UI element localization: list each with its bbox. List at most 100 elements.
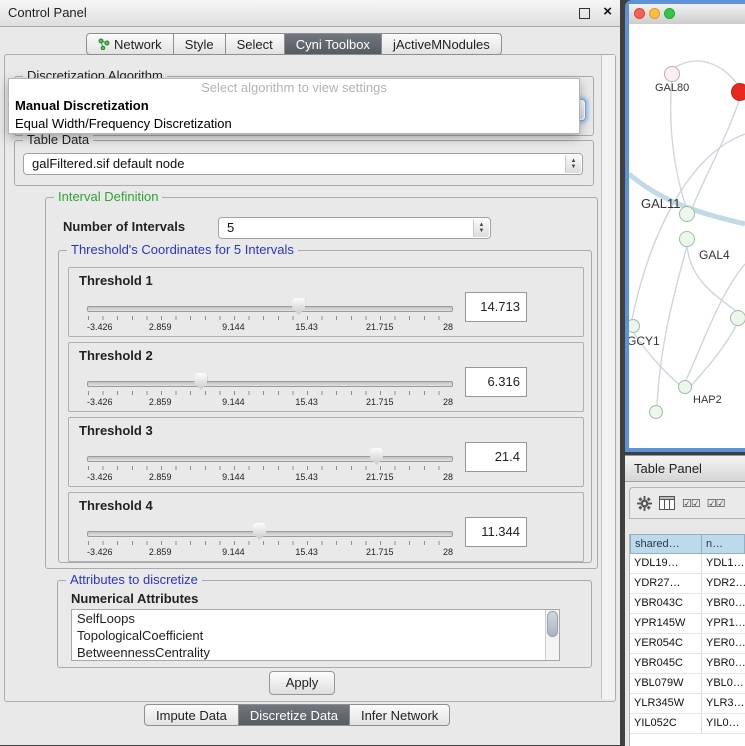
scale-tick-label: -3.426 bbox=[87, 547, 113, 557]
combo-stepper-icon[interactable]: ▲ ▼ bbox=[473, 219, 489, 237]
network-view-window: GAL80GAL11GAL4GCY1HAP2 bbox=[625, 0, 745, 452]
scale-tick-label: 2.859 bbox=[149, 547, 172, 557]
node-gal80[interactable] bbox=[664, 66, 680, 82]
node-hap2[interactable] bbox=[678, 380, 692, 394]
threshold-label: Threshold 3 bbox=[79, 423, 153, 438]
table-header-row: shared… n… bbox=[630, 534, 745, 554]
tab-network[interactable]: Network bbox=[86, 33, 174, 55]
threshold-3-slider[interactable]: -3.4262.8599.14415.4321.71528 bbox=[87, 444, 453, 484]
table-cell: YLR3… bbox=[702, 694, 745, 713]
scrollbar-thumb[interactable] bbox=[547, 611, 558, 637]
slider-thumb[interactable] bbox=[194, 373, 207, 390]
node-label: GAL11 bbox=[641, 196, 681, 211]
node-gal4[interactable] bbox=[679, 231, 695, 247]
slider-thumb[interactable] bbox=[253, 523, 266, 540]
attribute-item[interactable]: TopologicalCoefficient bbox=[72, 627, 559, 644]
list-scrollbar[interactable] bbox=[545, 610, 559, 660]
attribute-item[interactable]: SelfLoops bbox=[72, 610, 559, 627]
tab-style[interactable]: Style bbox=[174, 33, 226, 55]
thresholds-coordinates-group: Threshold's Coordinates for 5 Intervals … bbox=[58, 250, 592, 563]
table-row[interactable]: YBR045CYBR0… bbox=[630, 654, 745, 674]
table-cell: YBR043C bbox=[630, 594, 702, 613]
tab-label: Infer Network bbox=[361, 705, 438, 726]
table-row[interactable]: YDL19…YDL1… bbox=[630, 554, 745, 574]
gear-icon[interactable] bbox=[637, 496, 652, 511]
slider-track[interactable] bbox=[87, 381, 453, 387]
vertical-scrollbar[interactable] bbox=[601, 55, 615, 699]
attribute-item[interactable]: BetweennessCentrality bbox=[72, 644, 559, 661]
tab-discretize-data[interactable]: Discretize Data bbox=[239, 704, 350, 726]
threshold-1-slider[interactable]: -3.4262.8599.14415.4321.71528 bbox=[87, 294, 453, 334]
scale-tick-label: 15.43 bbox=[295, 397, 318, 407]
threshold-2-value-field[interactable]: 6.316 bbox=[465, 367, 527, 397]
threshold-3-value-field[interactable]: 21.4 bbox=[465, 442, 527, 472]
threshold-label: Threshold 1 bbox=[79, 273, 153, 288]
table-row[interactable]: YBR043CYBR0… bbox=[630, 594, 745, 614]
column-header-name[interactable]: n… bbox=[702, 534, 745, 554]
zoom-traffic-light-icon[interactable] bbox=[664, 8, 675, 19]
close-icon[interactable]: × bbox=[603, 3, 612, 20]
table-row[interactable]: YIL052CYIL0… bbox=[630, 714, 745, 734]
close-traffic-light-icon[interactable] bbox=[634, 8, 645, 19]
slider-track[interactable] bbox=[87, 306, 453, 312]
slider-track[interactable] bbox=[87, 531, 453, 537]
dropdown-item-equal-width-frequency[interactable]: Equal Width/Frequency Discretization bbox=[9, 115, 579, 133]
network-canvas[interactable]: GAL80GAL11GAL4GCY1HAP2 bbox=[629, 24, 745, 448]
combo-value: galFiltered.sif default node bbox=[32, 154, 184, 174]
scale-tick-label: 28 bbox=[443, 397, 453, 407]
scale-tick-label: 21.715 bbox=[366, 472, 394, 482]
scale-tick-label: 15.43 bbox=[295, 322, 318, 332]
threshold-2-slider[interactable]: -3.4262.8599.14415.4321.71528 bbox=[87, 369, 453, 409]
number-of-intervals-combobox[interactable]: 5 ▲ ▼ bbox=[218, 217, 491, 239]
table-toolbar: ☑☑ ☑☑ bbox=[629, 487, 745, 519]
select-attributes-icon[interactable]: ☑☑ bbox=[682, 497, 700, 510]
combo-stepper-icon[interactable]: ▲ ▼ bbox=[565, 155, 581, 173]
tab-cyni-toolbox[interactable]: Cyni Toolbox bbox=[285, 33, 382, 55]
slider-thumb[interactable] bbox=[292, 298, 305, 315]
threshold-4-value-field[interactable]: 11.344 bbox=[465, 517, 527, 547]
scale-tick-label: 15.43 bbox=[295, 547, 318, 557]
control-panel-titlebar[interactable]: Control Panel × bbox=[0, 0, 620, 27]
select-all-attributes-icon[interactable]: ☑☑ bbox=[707, 497, 725, 510]
scale-tick-label: 28 bbox=[443, 322, 453, 332]
table-cell: YDL1… bbox=[702, 554, 745, 573]
table-panel-titlebar[interactable]: Table Panel bbox=[625, 456, 745, 482]
table-row[interactable]: YPR145WYPR1… bbox=[630, 614, 745, 634]
window-title: Control Panel bbox=[8, 5, 87, 20]
scale-tick-label: -3.426 bbox=[87, 322, 113, 332]
table-row[interactable]: YLR345WYLR3… bbox=[630, 694, 745, 714]
tab-select[interactable]: Select bbox=[226, 33, 285, 55]
dropdown-item-manual-discretization[interactable]: Manual Discretization bbox=[9, 97, 579, 115]
table-row[interactable]: YER054CYER0… bbox=[630, 634, 745, 654]
table-row[interactable]: YDR27…YDR2… bbox=[630, 574, 745, 594]
table-row[interactable]: YBL079WYBL0… bbox=[630, 674, 745, 694]
slider-thumb[interactable] bbox=[370, 448, 383, 465]
numerical-attributes-list[interactable]: SelfLoopsTopologicalCoefficientBetweenne… bbox=[71, 609, 560, 661]
tab-jactivemnodules[interactable]: jActiveMNodules bbox=[382, 33, 502, 55]
table-data-combobox[interactable]: galFiltered.sif default node ▲ ▼ bbox=[23, 153, 583, 175]
tab-impute-data[interactable]: Impute Data bbox=[144, 704, 239, 726]
table-cell: YBR0… bbox=[702, 654, 745, 673]
tab-label: jActiveMNodules bbox=[393, 34, 490, 55]
show-columns-icon[interactable] bbox=[659, 496, 675, 510]
node[interactable] bbox=[731, 83, 745, 101]
tab-infer-network[interactable]: Infer Network bbox=[350, 704, 450, 726]
threshold-1-value-field[interactable]: 14.713 bbox=[465, 292, 527, 322]
node-attribute-table[interactable]: shared… n… YDL19…YDL1…YDR27…YDR2…YBR043C… bbox=[629, 534, 745, 746]
bottom-tab-bar: Impute Data Discretize Data Infer Networ… bbox=[144, 704, 450, 726]
top-tab-bar: Network Style Select Cyni Toolbox jActiv… bbox=[86, 33, 502, 55]
network-window-titlebar[interactable] bbox=[629, 4, 745, 25]
slider-scale-labels: -3.4262.8599.14415.4321.71528 bbox=[87, 547, 453, 558]
network-icon bbox=[98, 38, 110, 50]
node-gal11[interactable] bbox=[679, 206, 695, 222]
minimize-traffic-light-icon[interactable] bbox=[649, 8, 660, 19]
node[interactable] bbox=[649, 405, 663, 419]
node[interactable] bbox=[730, 310, 745, 326]
threshold-4-slider[interactable]: -3.4262.8599.14415.4321.71528 bbox=[87, 519, 453, 559]
slider-track[interactable] bbox=[87, 456, 453, 462]
scale-tick-label: 28 bbox=[443, 547, 453, 557]
group-title: Interval Definition bbox=[54, 189, 162, 204]
column-header-shared-name[interactable]: shared… bbox=[630, 534, 702, 554]
apply-button[interactable]: Apply bbox=[269, 671, 335, 695]
float-window-icon[interactable] bbox=[579, 8, 590, 19]
